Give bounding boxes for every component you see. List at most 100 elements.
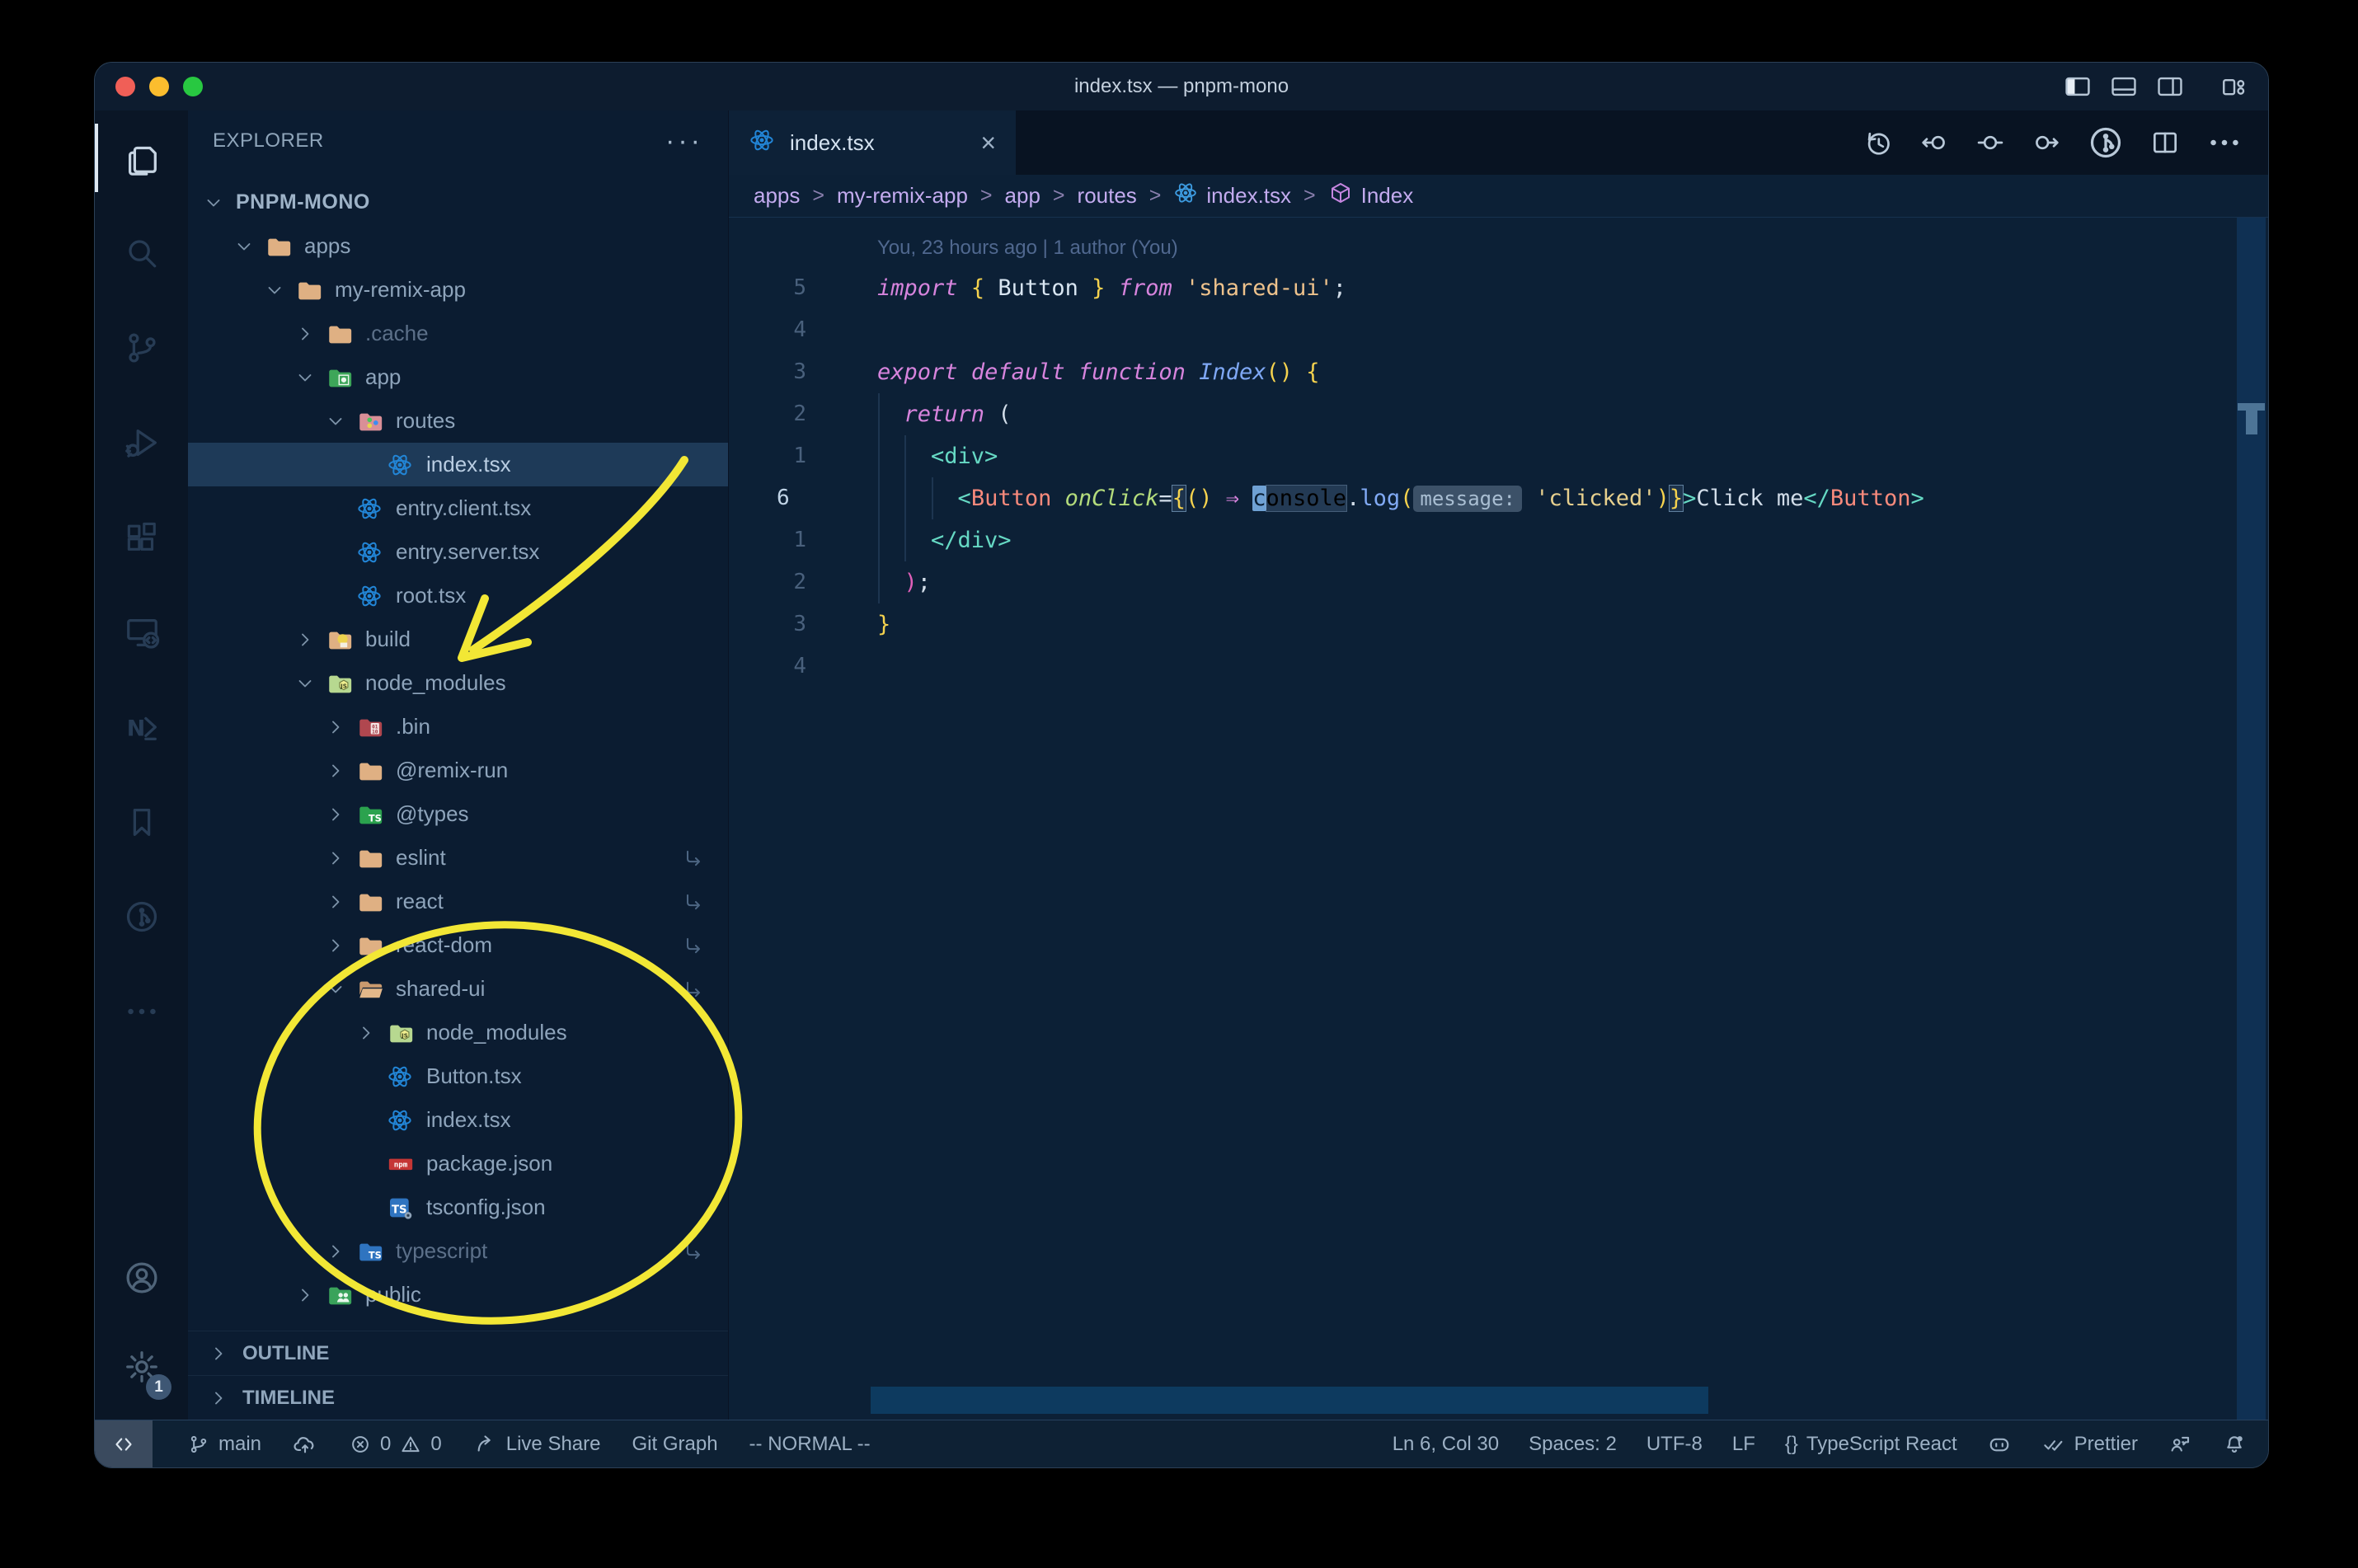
chevron-down-icon[interactable]: [325, 979, 356, 1000]
chevron-down-icon[interactable]: [233, 236, 265, 257]
breadcrumb-index-tsx[interactable]: index.tsx: [1173, 181, 1291, 211]
activity-explorer-icon[interactable]: [95, 110, 188, 205]
chevron-right-icon[interactable]: [325, 760, 356, 782]
tree-item-pnpm-mono[interactable]: PNPM-MONO: [188, 181, 728, 224]
breadcrumb-my-remix-app[interactable]: my-remix-app: [837, 183, 968, 209]
toggle-secondary-sidebar-icon[interactable]: [2156, 73, 2184, 101]
activity-account-icon[interactable]: [95, 1233, 188, 1322]
tree-item-apps[interactable]: apps: [188, 224, 728, 268]
minimize-window-button[interactable]: [149, 77, 169, 96]
chevron-right-icon[interactable]: [325, 1241, 356, 1262]
sidebar-section-outline[interactable]: OUTLINE: [188, 1331, 728, 1375]
status-git-branch[interactable]: main: [187, 1433, 261, 1456]
tree-item-index-tsx[interactable]: index.tsx: [188, 1098, 728, 1142]
activity-bookmarks-icon[interactable]: [95, 774, 188, 869]
chevron-right-icon[interactable]: [325, 891, 356, 913]
status-vim-mode[interactable]: -- NORMAL --: [749, 1433, 871, 1456]
customize-layout-icon[interactable]: [2220, 73, 2248, 101]
code-line[interactable]: 3 export default function Index() {: [729, 351, 2268, 393]
code-editor[interactable]: You, 23 hours ago | 1 author (You) 5 impo…: [729, 218, 2268, 1420]
toggle-panel-icon[interactable]: [2110, 73, 2138, 101]
gitlens-forward-icon[interactable]: [2031, 127, 2062, 158]
tree-item-root-tsx[interactable]: root.tsx: [188, 574, 728, 617]
toggle-sidebar-icon[interactable]: [2064, 73, 2092, 101]
status-sync-changes[interactable]: [293, 1432, 317, 1457]
code-line[interactable]: 5 import { Button } from 'shared-ui';: [729, 267, 2268, 309]
status-language-mode[interactable]: {} TypeScript React: [1785, 1433, 1957, 1456]
breadcrumb-routes[interactable]: routes: [1078, 183, 1137, 209]
code-line[interactable]: 2 return (: [729, 393, 2268, 435]
status-live-share[interactable]: Live Share: [473, 1432, 601, 1457]
explorer-more-icon[interactable]: ···: [665, 127, 703, 155]
git-graph-icon[interactable]: [2087, 124, 2125, 162]
chevron-down-icon[interactable]: [203, 192, 234, 214]
tree-item-remix-run[interactable]: @remix-run: [188, 749, 728, 792]
status-encoding[interactable]: UTF-8: [1646, 1433, 1703, 1456]
tree-item-typescript[interactable]: TS typescript: [188, 1229, 728, 1273]
vertical-scrollbar[interactable]: [2237, 218, 2266, 1420]
close-tab-icon[interactable]: ×: [980, 129, 996, 156]
status-problems[interactable]: 00: [349, 1433, 442, 1456]
tree-item-bin[interactable]: 01 10 .bin: [188, 705, 728, 749]
gitlens-back-icon[interactable]: [1919, 127, 1950, 158]
status-copilot[interactable]: [1987, 1432, 2012, 1457]
code-line[interactable]: 3}: [729, 603, 2268, 646]
status-cursor-position[interactable]: Ln 6, Col 30: [1393, 1433, 1499, 1456]
tree-item-build[interactable]: build: [188, 617, 728, 661]
chevron-down-icon[interactable]: [294, 367, 326, 388]
close-window-button[interactable]: [115, 77, 135, 96]
chevron-right-icon[interactable]: [355, 1022, 387, 1044]
maximize-window-button[interactable]: [183, 77, 203, 96]
breadcrumb-apps[interactable]: apps: [754, 183, 800, 209]
activity-git-graph-icon[interactable]: [95, 869, 188, 964]
chevron-down-icon[interactable]: [325, 411, 356, 432]
tree-item-entry-client-tsx[interactable]: entry.client.tsx: [188, 486, 728, 530]
chevron-down-icon[interactable]: [264, 279, 295, 301]
tree-item-routes[interactable]: routes: [188, 399, 728, 443]
activity-settings-icon[interactable]: 1: [95, 1322, 188, 1411]
code-line[interactable]: 4: [729, 309, 2268, 351]
tree-item-package-json[interactable]: npm package.json: [188, 1142, 728, 1185]
code-line[interactable]: 1 <div>: [729, 435, 2268, 477]
gitlens-current-icon[interactable]: [1975, 127, 2006, 158]
status-indentation[interactable]: Spaces: 2: [1529, 1433, 1617, 1456]
code-line[interactable]: 4: [729, 646, 2268, 688]
tree-item-node-modules[interactable]: JS node_modules: [188, 1011, 728, 1054]
activity-remote-explorer-icon[interactable]: [95, 584, 188, 679]
tree-item-react[interactable]: react: [188, 880, 728, 923]
activity-search-icon[interactable]: [95, 205, 188, 300]
tree-item-react-dom[interactable]: react-dom: [188, 923, 728, 967]
tab-index-tsx[interactable]: index.tsx ×: [729, 110, 1016, 175]
tree-item-app[interactable]: app: [188, 355, 728, 399]
status-git-graph[interactable]: Git Graph: [632, 1433, 718, 1456]
tree-item-index-tsx[interactable]: index.tsx: [188, 443, 728, 486]
code-line[interactable]: 6 <Button onClick={() ⇒ console.log(mess…: [729, 477, 2268, 519]
status-notifications[interactable]: [2222, 1432, 2247, 1457]
breadcrumb-app[interactable]: app: [1005, 183, 1040, 209]
tree-item-types[interactable]: TS @types: [188, 792, 728, 836]
tree-item-node-modules[interactable]: JS node_modules: [188, 661, 728, 705]
chevron-right-icon[interactable]: [325, 847, 356, 869]
tree-item-entry-server-tsx[interactable]: entry.server.tsx: [188, 530, 728, 574]
code-line[interactable]: 2 );: [729, 561, 2268, 603]
activity-extensions-icon[interactable]: [95, 490, 188, 584]
chevron-right-icon[interactable]: [325, 804, 356, 825]
status-eol[interactable]: LF: [1732, 1433, 1755, 1456]
activity-run-and-debug-icon[interactable]: [95, 395, 188, 490]
code-line[interactable]: 1 </div>: [729, 519, 2268, 561]
chevron-down-icon[interactable]: [294, 673, 326, 694]
tree-item-my-remix-app[interactable]: my-remix-app: [188, 268, 728, 312]
chevron-right-icon[interactable]: [294, 323, 326, 345]
split-editor-icon[interactable]: [2149, 127, 2181, 158]
activity-more-views-icon[interactable]: [95, 964, 188, 1059]
tree-item-public[interactable]: public: [188, 1273, 728, 1317]
status-prettier[interactable]: Prettier: [2041, 1432, 2138, 1457]
chevron-right-icon[interactable]: [325, 716, 356, 738]
tree-item-shared-ui[interactable]: shared-ui: [188, 967, 728, 1011]
sidebar-section-timeline[interactable]: TIMELINE: [188, 1375, 728, 1420]
tree-item-button-tsx[interactable]: Button.tsx: [188, 1054, 728, 1098]
tree-item-tsconfig-json[interactable]: TS tsconfig.json: [188, 1185, 728, 1229]
activity-source-control-icon[interactable]: [95, 300, 188, 395]
timeline-history-icon[interactable]: [1862, 127, 1894, 158]
more-actions-icon[interactable]: [2205, 124, 2243, 162]
